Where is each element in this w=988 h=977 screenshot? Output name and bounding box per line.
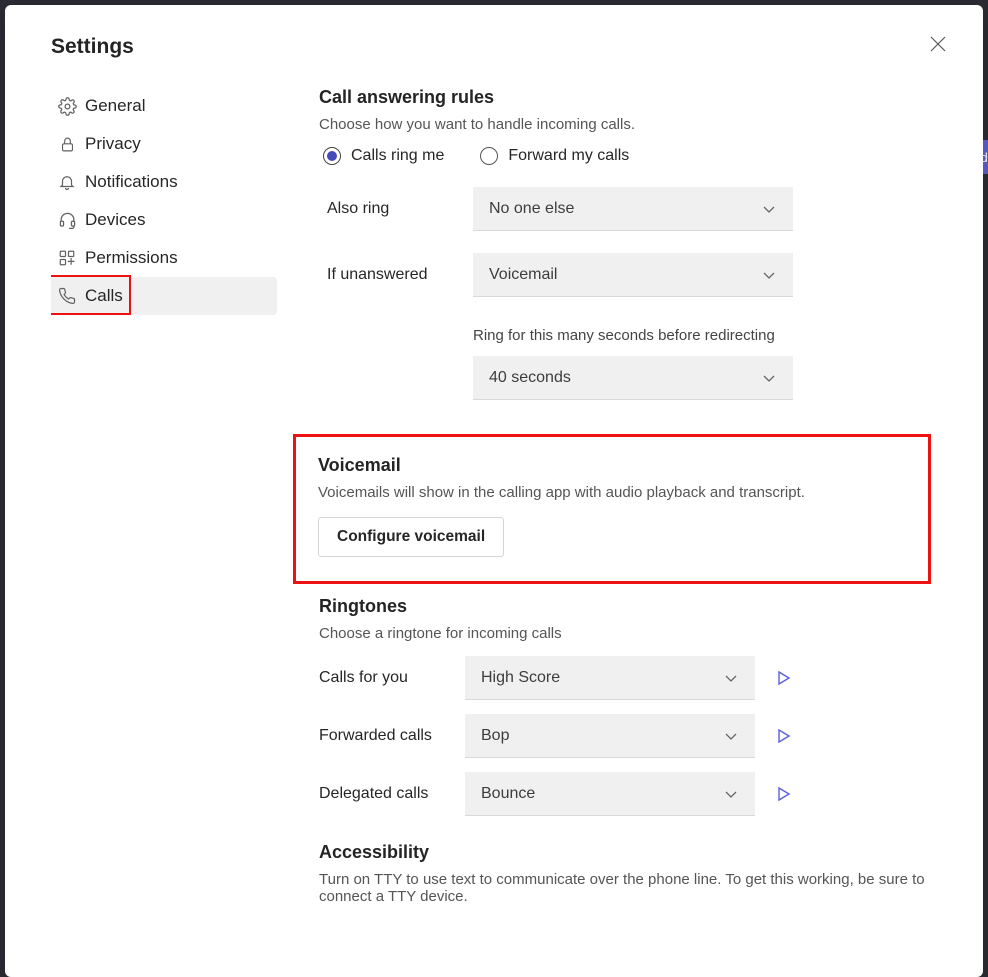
gear-icon: [55, 97, 79, 116]
close-icon: [929, 35, 947, 53]
section-title: Accessibility: [319, 842, 937, 863]
section-title: Call answering rules: [319, 87, 937, 108]
dropdown-value: Bounce: [481, 785, 535, 803]
dropdown-ringtone-delegated-calls[interactable]: Bounce: [465, 772, 755, 816]
phone-icon: [55, 287, 79, 305]
sidebar-item-devices[interactable]: Devices: [51, 201, 277, 239]
radio-forward-my-calls[interactable]: Forward my calls: [480, 147, 629, 165]
dropdown-value: Bop: [481, 727, 509, 745]
chevron-down-icon: [761, 370, 777, 386]
field-label-forwarded-calls: Forwarded calls: [319, 727, 465, 745]
lock-icon: [55, 136, 79, 153]
field-label-delegated-calls: Delegated calls: [319, 785, 465, 803]
dropdown-also-ring[interactable]: No one else: [473, 187, 793, 231]
settings-sidebar: General Privacy Notifications Devices: [51, 87, 277, 977]
highlight-box-voicemail: Voicemail Voicemails will show in the ca…: [293, 434, 931, 584]
radio-circle-icon: [323, 147, 341, 165]
sidebar-item-label: Permissions: [85, 248, 178, 268]
field-label-ring-for: Ring for this many seconds before redire…: [473, 327, 937, 344]
sidebar-item-calls[interactable]: Calls: [51, 277, 277, 315]
field-label-also-ring: Also ring: [319, 200, 473, 218]
field-label-if-unanswered: If unanswered: [319, 266, 473, 284]
section-accessibility: Accessibility Turn on TTY to use text to…: [319, 842, 937, 905]
chevron-down-icon: [761, 201, 777, 217]
section-subtitle: Turn on TTY to use text to communicate o…: [319, 871, 937, 905]
sidebar-item-label: Calls: [85, 286, 123, 306]
play-button[interactable]: [775, 670, 791, 686]
section-call-answering: Call answering rules Choose how you want…: [319, 87, 937, 400]
dialog-title: Settings: [51, 35, 134, 59]
sidebar-item-label: Devices: [85, 210, 145, 230]
section-subtitle: Choose a ringtone for incoming calls: [319, 625, 937, 642]
sidebar-item-notifications[interactable]: Notifications: [51, 163, 277, 201]
dropdown-ring-for[interactable]: 40 seconds: [473, 356, 793, 400]
radio-circle-icon: [480, 147, 498, 165]
chevron-down-icon: [723, 728, 739, 744]
apps-icon: [55, 249, 79, 267]
section-subtitle: Voicemails will show in the calling app …: [318, 484, 906, 501]
play-button[interactable]: [775, 786, 791, 802]
section-subtitle: Choose how you want to handle incoming c…: [319, 116, 937, 133]
configure-voicemail-button[interactable]: Configure voicemail: [318, 517, 504, 557]
sidebar-item-permissions[interactable]: Permissions: [51, 239, 277, 277]
play-icon: [775, 670, 791, 686]
radio-calls-ring-me[interactable]: Calls ring me: [323, 147, 444, 165]
dropdown-ringtone-calls-for-you[interactable]: High Score: [465, 656, 755, 700]
dropdown-ringtone-forwarded-calls[interactable]: Bop: [465, 714, 755, 758]
sidebar-item-label: General: [85, 96, 145, 116]
play-icon: [775, 728, 791, 744]
sidebar-item-general[interactable]: General: [51, 87, 277, 125]
close-button[interactable]: [925, 31, 951, 57]
dropdown-value: High Score: [481, 669, 560, 687]
dropdown-value: 40 seconds: [489, 369, 571, 387]
radio-label: Calls ring me: [351, 147, 444, 165]
sidebar-item-privacy[interactable]: Privacy: [51, 125, 277, 163]
section-title: Voicemail: [318, 455, 906, 476]
section-title: Ringtones: [319, 596, 937, 617]
radio-label: Forward my calls: [508, 147, 629, 165]
settings-content: Call answering rules Choose how you want…: [277, 87, 947, 977]
sidebar-item-label: Privacy: [85, 134, 141, 154]
play-button[interactable]: [775, 728, 791, 744]
dropdown-value: Voicemail: [489, 266, 557, 284]
sidebar-item-label: Notifications: [85, 172, 178, 192]
play-icon: [775, 786, 791, 802]
dropdown-value: No one else: [489, 200, 574, 218]
chevron-down-icon: [723, 786, 739, 802]
dropdown-if-unanswered[interactable]: Voicemail: [473, 253, 793, 297]
field-label-calls-for-you: Calls for you: [319, 669, 465, 687]
section-ringtones: Ringtones Choose a ringtone for incoming…: [319, 596, 937, 816]
chevron-down-icon: [723, 670, 739, 686]
headset-icon: [55, 211, 79, 230]
settings-dialog: Settings General Privacy: [5, 5, 983, 977]
chevron-down-icon: [761, 267, 777, 283]
bell-icon: [55, 173, 79, 191]
